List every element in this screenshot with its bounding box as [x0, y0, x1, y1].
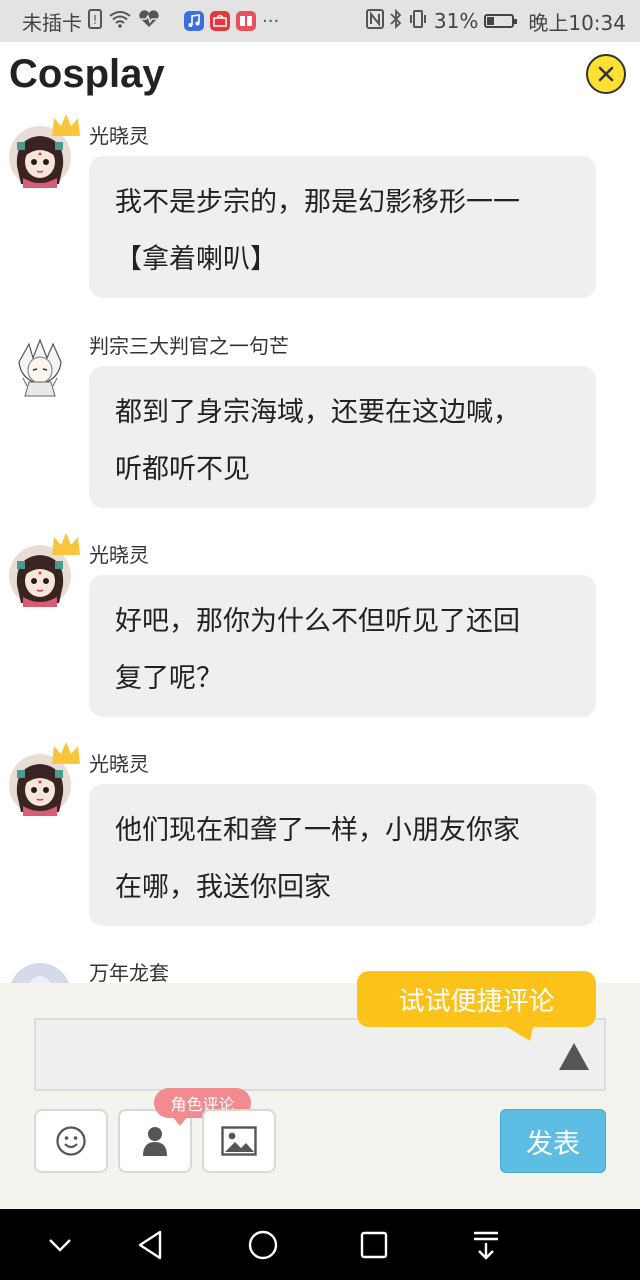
close-icon	[598, 66, 614, 82]
username[interactable]: 光晓灵	[89, 539, 149, 568]
message-list[interactable]: 光晓灵 我不是步宗的，那是幻影移形一一 【拿着喇叭】 判宗三大判官之一句芒 都到…	[0, 110, 640, 983]
avatar[interactable]	[9, 533, 80, 607]
crown-icon	[52, 533, 80, 555]
recents-icon[interactable]	[356, 1227, 392, 1263]
more-icon: ···	[262, 10, 280, 32]
avatar[interactable]	[9, 963, 71, 983]
message-line: 【拿着喇叭】	[115, 244, 277, 275]
svg-text:!: !	[93, 13, 98, 27]
message-line: 都到了身宗海域，还要在这边喊，	[115, 397, 520, 428]
home-icon[interactable]	[245, 1227, 281, 1263]
wifi-icon	[108, 10, 132, 33]
close-button[interactable]	[586, 54, 626, 94]
avatar-jumang-icon	[9, 336, 71, 398]
bluetooth-icon	[390, 8, 402, 34]
sim-missing-icon: !	[88, 8, 102, 34]
carrier-label: 未插卡	[22, 10, 82, 35]
message-line: 我不是步宗的，那是幻影移形一一	[115, 187, 520, 218]
crown-icon	[52, 114, 80, 136]
nfc-icon	[365, 8, 384, 34]
notification-pull-icon[interactable]	[468, 1227, 504, 1263]
message-bubble: 都到了身宗海域，还要在这边喊， 听都听不见	[89, 366, 596, 508]
avatar[interactable]	[9, 742, 80, 816]
publish-button[interactable]: 发表	[500, 1109, 606, 1173]
tooltip-tail	[500, 1023, 534, 1041]
message-line: 听都听不见	[115, 454, 250, 485]
quick-comment-tooltip[interactable]: 试试便捷评论	[357, 971, 596, 1027]
chevron-down-icon[interactable]	[42, 1227, 78, 1263]
message-bubble: 他们现在和聋了一样，小朋友你家 在哪，我送你回家	[89, 784, 596, 926]
emoji-icon	[56, 1126, 86, 1156]
message-bubble: 我不是步宗的，那是幻影移形一一 【拿着喇叭】	[89, 156, 596, 298]
clock: 晚上10:34	[528, 10, 626, 35]
expand-triangle-icon[interactable]	[558, 1041, 590, 1071]
message-line: 好吧，那你为什么不但听见了还回	[115, 606, 520, 637]
header: Cosplay	[0, 42, 640, 110]
message-line: 复了呢？	[115, 663, 223, 694]
comment-composer: 试试便捷评论 角色评论 发表	[0, 971, 640, 1209]
page-title: Cosplay	[9, 52, 165, 96]
username[interactable]: 光晓灵	[89, 748, 149, 777]
battery-percent: 31%	[433, 9, 479, 33]
username[interactable]: 万年龙套	[89, 957, 169, 983]
crown-icon	[52, 742, 80, 764]
avatar[interactable]	[9, 336, 71, 398]
person-icon	[143, 1127, 167, 1156]
message-line: 在哪，我送你回家	[115, 872, 331, 903]
quick-comment-label: 试试便捷评论	[398, 986, 555, 1017]
emoji-button[interactable]	[34, 1109, 108, 1173]
music-app-icon	[184, 11, 204, 31]
avatar[interactable]	[9, 114, 80, 188]
vibrate-icon	[408, 9, 428, 34]
image-icon	[221, 1126, 257, 1156]
username[interactable]: 光晓灵	[89, 120, 149, 149]
default-avatar-icon	[11, 963, 69, 983]
heart-rate-icon	[138, 9, 160, 33]
system-nav-bar	[0, 1209, 640, 1280]
username[interactable]: 判宗三大判官之一句芒	[89, 330, 289, 359]
shop-app-icon	[210, 11, 230, 31]
message-bubble: 好吧，那你为什么不但听见了还回 复了呢？	[89, 575, 596, 717]
status-bar: 未插卡 ! ··· 31% 晚上10:34	[0, 0, 640, 42]
back-icon[interactable]	[133, 1227, 169, 1263]
message-line: 他们现在和聋了一样，小朋友你家	[115, 815, 520, 846]
reader-app-icon	[236, 11, 256, 31]
image-button[interactable]	[202, 1109, 276, 1173]
battery-icon	[484, 14, 518, 28]
